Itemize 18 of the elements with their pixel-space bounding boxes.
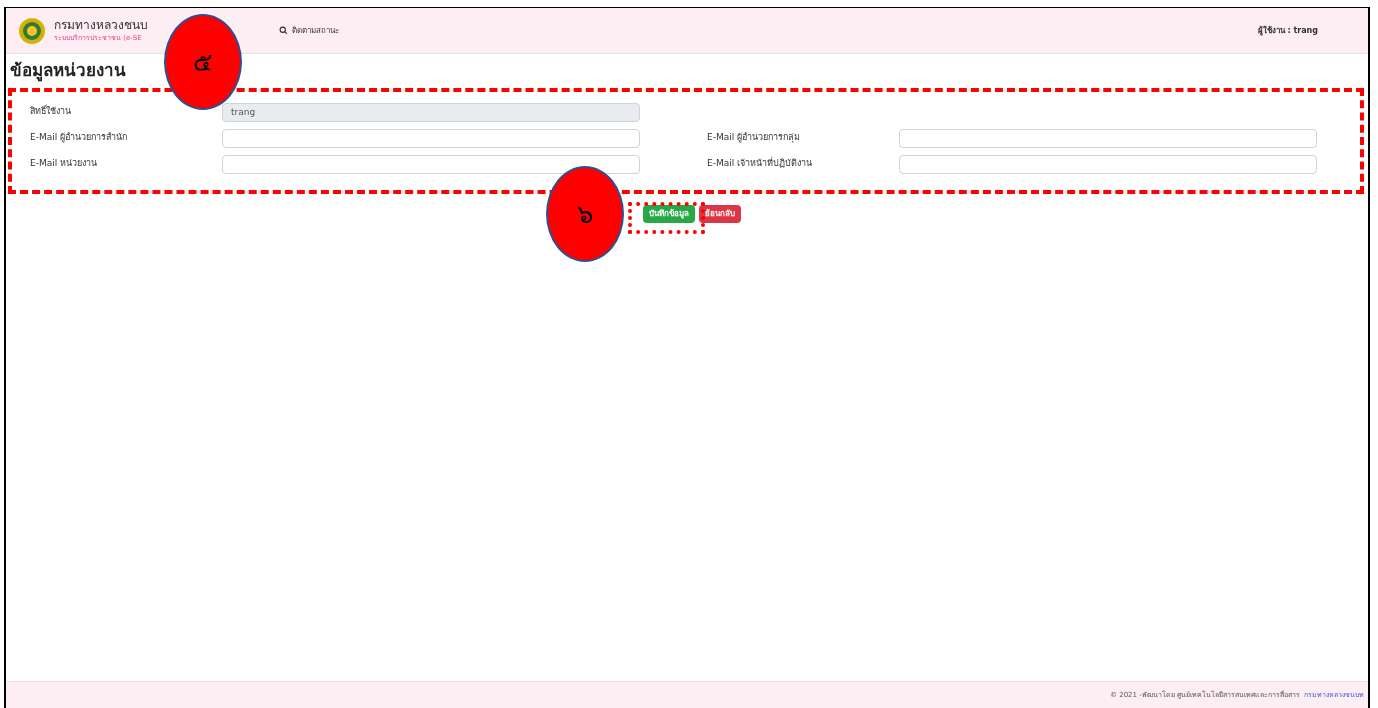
search-icon	[279, 26, 288, 35]
field-label: E-Mail ผู้อำนวยการกลุ่ม	[706, 131, 802, 145]
user-label: ผู้ใช้งาน : trang	[1257, 24, 1318, 37]
save-button[interactable]: บันทึกข้อมูล	[643, 204, 695, 223]
input-field[interactable]	[899, 128, 1317, 148]
field-label: E-Mail ผู้อำนวยการสำนัก	[29, 131, 129, 145]
nav-link[interactable]: ติดตามสถานะ	[279, 24, 339, 37]
field-label: E-Mail หน่วยงาน	[29, 157, 99, 171]
back-button[interactable]: ย้อนกลับ	[699, 204, 741, 223]
input-field[interactable]	[222, 128, 640, 148]
input-field[interactable]	[899, 154, 1317, 174]
annotation-marker: ๖	[546, 166, 624, 262]
emblem-icon	[18, 16, 46, 45]
input-field[interactable]	[222, 154, 640, 174]
page-title: ข้อมูลหน่วยงาน	[9, 59, 127, 84]
site-title: กรมทางหลวงชนบ	[54, 17, 148, 33]
field-label: สิทธิ์ใช้งาน	[29, 105, 72, 119]
field-label: E-Mail เจ้าหน้าที่ปฏิบัติงาน	[706, 157, 814, 171]
